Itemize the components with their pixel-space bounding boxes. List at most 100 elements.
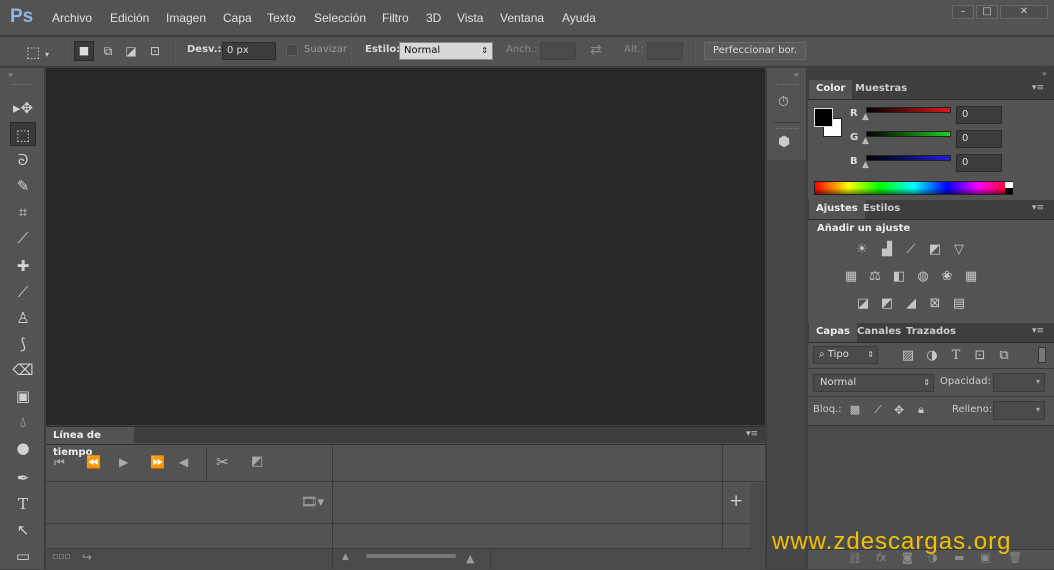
- invert-icon[interactable]: ◪: [854, 296, 872, 312]
- tab-muestras[interactable]: Muestras: [848, 80, 914, 98]
- prev-frame-icon[interactable]: ⏪: [86, 455, 101, 469]
- color-balance-icon[interactable]: ⚖: [866, 269, 884, 285]
- film-menu-icon[interactable]: 🎞︎▾: [301, 495, 324, 510]
- menu-3d[interactable]: 3D: [426, 11, 441, 25]
- channel-g-slider[interactable]: [866, 131, 951, 137]
- slider-thumb-icon[interactable]: ▲: [862, 112, 869, 122]
- convert-icon[interactable]: ↪: [82, 550, 92, 564]
- menu-ventana[interactable]: Ventana: [500, 11, 544, 25]
- tab-trazados[interactable]: Trazados: [899, 323, 963, 341]
- tab-timeline[interactable]: Línea de tiempo: [46, 427, 134, 458]
- first-frame-icon[interactable]: ⏮: [54, 455, 65, 470]
- foreground-color-swatch[interactable]: [814, 108, 833, 127]
- add-selection-icon[interactable]: ⧉: [99, 42, 117, 60]
- panel-menu-icon[interactable]: ▾≡: [746, 429, 758, 439]
- history-panel-icon[interactable]: ⏱: [778, 94, 789, 110]
- grip-icon[interactable]: [12, 84, 34, 86]
- gradient-tool-icon[interactable]: ▣: [10, 384, 36, 408]
- filter-toggle[interactable]: [1038, 347, 1046, 363]
- menu-texto[interactable]: Texto: [267, 11, 296, 25]
- menu-imagen[interactable]: Imagen: [166, 11, 206, 25]
- audio-icon[interactable]: ◀: [179, 455, 188, 469]
- panel-menu-icon[interactable]: ▾≡: [1032, 83, 1044, 93]
- fill-input[interactable]: ▾: [993, 401, 1045, 420]
- color-lookup-icon[interactable]: ▦: [962, 269, 980, 285]
- timeline-scrollbar[interactable]: [750, 483, 764, 569]
- marquee-tool-icon[interactable]: ⬚: [10, 122, 36, 146]
- zoom-out-icon[interactable]: ▲: [342, 552, 349, 562]
- move-tool-icon[interactable]: ▸✥: [10, 96, 36, 120]
- grip-icon[interactable]: [776, 128, 798, 129]
- history-brush-icon[interactable]: ⟆: [10, 332, 36, 356]
- curves-icon[interactable]: ⟋: [902, 242, 920, 258]
- close-button[interactable]: ✕: [1000, 5, 1048, 19]
- opacity-input[interactable]: ▾: [993, 373, 1045, 392]
- filter-shape-icon[interactable]: ⊡: [971, 348, 989, 364]
- channel-g-input[interactable]: 0: [956, 130, 1002, 148]
- 3d-panel-icon[interactable]: ⬢: [778, 134, 790, 150]
- document-canvas[interactable]: [46, 68, 765, 425]
- channel-r-input[interactable]: 0: [956, 106, 1002, 124]
- new-selection-icon[interactable]: ■: [74, 41, 94, 61]
- expand-icon[interactable]: «: [794, 70, 799, 79]
- type-tool-icon[interactable]: T: [10, 492, 36, 516]
- channel-mixer-icon[interactable]: ❀: [938, 269, 956, 285]
- crop-tool-icon[interactable]: ⌗: [10, 200, 36, 224]
- maximize-button[interactable]: □: [976, 5, 998, 19]
- style-select[interactable]: Normal ⇕: [399, 42, 493, 60]
- channel-b-slider[interactable]: [866, 155, 951, 161]
- marquee-preset-icon[interactable]: ⬚ ▾: [26, 42, 56, 62]
- channel-r-slider[interactable]: [866, 107, 951, 113]
- brush-tool-icon[interactable]: ⟋: [10, 280, 36, 304]
- menu-archivo[interactable]: Archivo: [52, 11, 92, 25]
- menu-capa[interactable]: Capa: [223, 11, 252, 25]
- layer-filter-select[interactable]: ⌕ Tipo ⇕: [813, 346, 878, 364]
- frames-icon[interactable]: ▫▫▫: [52, 552, 70, 562]
- quick-selection-icon[interactable]: ✎: [10, 174, 36, 198]
- levels-icon[interactable]: ▟: [878, 242, 896, 258]
- collapse-icon[interactable]: »: [1042, 69, 1047, 78]
- filter-adjust-icon[interactable]: ◑: [923, 348, 941, 364]
- swap-icon[interactable]: ⇄: [590, 42, 602, 58]
- rectangle-tool-icon[interactable]: ▭: [10, 544, 36, 568]
- selective-color-icon[interactable]: ⊠: [926, 296, 944, 312]
- tab-estilos[interactable]: Estilos: [856, 200, 907, 218]
- minimize-button[interactable]: –: [952, 5, 974, 19]
- next-frame-icon[interactable]: ⏩: [150, 455, 165, 469]
- exposure-icon[interactable]: ◩: [926, 242, 944, 258]
- channel-b-input[interactable]: 0: [956, 154, 1002, 172]
- intersect-selection-icon[interactable]: ⊡: [146, 42, 164, 60]
- lasso-tool-icon[interactable]: ᘐ: [10, 148, 36, 172]
- posterize-icon[interactable]: ◩: [878, 296, 896, 312]
- menu-filtro[interactable]: Filtro: [382, 11, 409, 25]
- transition-icon[interactable]: ◩: [251, 454, 263, 469]
- split-icon[interactable]: ✂: [216, 453, 229, 471]
- blend-mode-select[interactable]: Normal ⇕: [813, 374, 934, 392]
- brightness-icon[interactable]: ☀: [853, 242, 871, 258]
- vibrance-icon[interactable]: ▽: [950, 242, 968, 258]
- play-icon[interactable]: ▶: [119, 455, 128, 469]
- panel-menu-icon[interactable]: ▾≡: [1032, 326, 1044, 336]
- dodge-tool-icon[interactable]: ●: [10, 436, 36, 460]
- healing-brush-icon[interactable]: ✚: [10, 254, 36, 278]
- zoom-in-icon[interactable]: ▲: [466, 552, 474, 565]
- slider-thumb-icon[interactable]: ▲: [862, 136, 869, 146]
- subtract-selection-icon[interactable]: ◪: [122, 42, 140, 60]
- eyedropper-icon[interactable]: ⟋: [10, 226, 36, 250]
- blur-tool-icon[interactable]: 💧︎: [10, 410, 36, 434]
- eraser-tool-icon[interactable]: ⌫: [10, 358, 36, 382]
- lock-position-icon[interactable]: ✥: [890, 402, 908, 418]
- lock-pixels-icon[interactable]: ⟋: [869, 402, 887, 418]
- menu-edicion[interactable]: Edición: [110, 11, 149, 25]
- path-selection-icon[interactable]: ↖: [10, 518, 36, 542]
- black-swatch[interactable]: [1005, 188, 1013, 194]
- hue-saturation-icon[interactable]: ▦: [842, 269, 860, 285]
- lock-all-icon[interactable]: 🔒︎: [912, 402, 930, 418]
- pen-tool-icon[interactable]: ✒︎: [10, 466, 36, 490]
- width-input[interactable]: [540, 42, 576, 60]
- menu-seleccion[interactable]: Selección: [314, 11, 366, 25]
- filter-smart-icon[interactable]: ⧉: [995, 348, 1013, 364]
- color-spectrum-ramp[interactable]: [814, 181, 1013, 195]
- menu-ayuda[interactable]: Ayuda: [562, 11, 596, 25]
- add-media-icon[interactable]: +: [729, 491, 743, 511]
